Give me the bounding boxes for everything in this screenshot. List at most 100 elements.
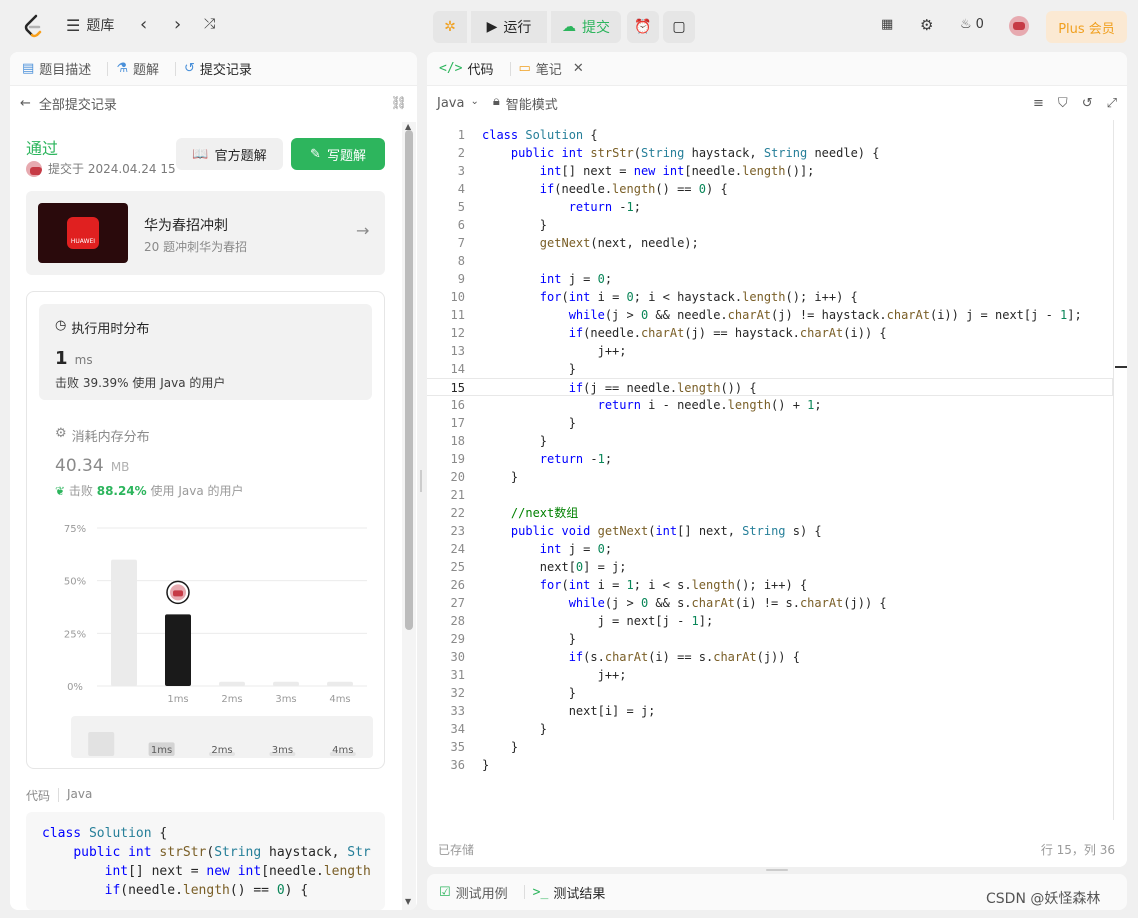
- code-line[interactable]: 30 if(s.charAt(i) == s.charAt(j)) {: [427, 648, 1113, 666]
- problem-library-button[interactable]: ☰ 题库: [66, 15, 114, 35]
- run-button[interactable]: ▶ 运行: [471, 11, 547, 43]
- code-line[interactable]: 22 //next数组: [427, 504, 1113, 522]
- official-solution-button[interactable]: 📖 官方题解: [176, 138, 283, 170]
- chart-overview-slider[interactable]: 1ms 2ms 3ms 4ms: [71, 716, 373, 758]
- code-line[interactable]: 1 class Solution {: [427, 126, 1113, 144]
- timer-button[interactable]: ⏰: [627, 11, 659, 43]
- code-line[interactable]: 31 j++;: [427, 666, 1113, 684]
- code-line[interactable]: 14 }: [427, 360, 1113, 378]
- bookmark-icon[interactable]: ⛉: [1058, 96, 1068, 111]
- editor-cursor-marker: [1115, 366, 1127, 368]
- bar[interactable]: [165, 614, 191, 686]
- code-line[interactable]: 15 if(j == needle.length()) {: [427, 378, 1113, 396]
- language-select[interactable]: Java ⌄: [437, 96, 479, 111]
- code-line[interactable]: 8: [427, 252, 1113, 270]
- prev-problem-button[interactable]: ‹: [140, 14, 147, 35]
- scroll-up-icon[interactable]: ▲: [405, 122, 411, 131]
- code-line[interactable]: 5 return -1;: [427, 198, 1113, 216]
- submit-button[interactable]: ☁ 提交: [551, 11, 621, 43]
- close-icon[interactable]: ✕: [573, 61, 584, 76]
- code-line[interactable]: 10 for(int i = 0; i < haystack.length();…: [427, 288, 1113, 306]
- code-text: }: [482, 740, 519, 754]
- code-line[interactable]: 18 }: [427, 432, 1113, 450]
- code-text: if(needle.charAt(j) == haystack.charAt(i…: [568, 326, 887, 340]
- runtime-stat[interactable]: ◷ 执行用时分布 1 ms 击败 39.39% 使用 Java 的用户: [39, 304, 372, 400]
- code-line[interactable]: 27 while(j > 0 && s.charAt(i) != s.charA…: [427, 594, 1113, 612]
- link-icon[interactable]: ⛓: [390, 96, 407, 111]
- bar[interactable]: [219, 681, 245, 686]
- code-line[interactable]: 21: [427, 486, 1113, 504]
- user-avatar-button[interactable]: [1009, 16, 1029, 36]
- bar[interactable]: [273, 681, 299, 686]
- code-line[interactable]: 16 return i - needle.length() + 1;: [427, 396, 1113, 414]
- memory-stat[interactable]: ⚙ 消耗内存分布 40.34 MB ❦ 击败 88.24% 使用 Java 的用户: [39, 412, 372, 502]
- settings-button[interactable]: ⚙: [920, 16, 933, 34]
- play-icon: ▶: [486, 19, 498, 35]
- resize-handle[interactable]: [766, 869, 788, 871]
- tab-code[interactable]: </> 代码: [439, 59, 494, 78]
- tab-notes[interactable]: ▭ 笔记 ✕: [519, 59, 584, 78]
- tab-submissions[interactable]: ↺ 提交记录: [184, 59, 252, 78]
- code-line[interactable]: 6 }: [427, 216, 1113, 234]
- bar[interactable]: [327, 681, 353, 686]
- debug-button[interactable]: ✲: [433, 11, 467, 43]
- code-line[interactable]: 36}: [427, 756, 1113, 774]
- code-line[interactable]: 29 }: [427, 630, 1113, 648]
- code-line[interactable]: 25 next[0] = j;: [427, 558, 1113, 576]
- line-number: 13: [450, 344, 465, 358]
- user-marker-mask: [173, 590, 183, 597]
- reset-icon[interactable]: ↺: [1082, 96, 1093, 111]
- submissions-back-bar[interactable]: ← 全部提交记录 ⛓: [10, 86, 417, 120]
- smart-mode-toggle[interactable]: 🔒︎ 智能模式: [493, 94, 558, 113]
- code-line[interactable]: 24 int j = 0;: [427, 540, 1113, 558]
- code-line[interactable]: 4 if(needle.length() == 0) {: [427, 180, 1113, 198]
- layout-button[interactable]: ▦: [881, 17, 893, 32]
- code-line[interactable]: 19 return -1;: [427, 450, 1113, 468]
- random-problem-button[interactable]: ⤮: [204, 16, 215, 32]
- tab-testcase[interactable]: ☑ 测试用例: [439, 883, 508, 902]
- line-number: 21: [450, 488, 465, 502]
- code-line[interactable]: 17 }: [427, 414, 1113, 432]
- promo-card[interactable]: HUAWEI 华为春招冲刺 20 题冲刺华为春招 →: [26, 191, 385, 275]
- next-problem-button[interactable]: ›: [174, 14, 181, 35]
- code-line[interactable]: 33 next[i] = j;: [427, 702, 1113, 720]
- code-line[interactable]: 28 j = next[j - 1];: [427, 612, 1113, 630]
- code-line[interactable]: 2 public int strStr(String haystack, Str…: [427, 144, 1113, 162]
- button-label: 官方题解: [214, 148, 267, 164]
- streak-button[interactable]: ♨ 0: [960, 17, 984, 32]
- line-number: 34: [450, 722, 465, 736]
- tab-solutions[interactable]: ⚗ 题解: [116, 59, 159, 78]
- fullscreen-icon[interactable]: ⤢: [1107, 96, 1117, 111]
- code-text: }: [482, 434, 548, 448]
- code-line[interactable]: 3 int[] next = new int[needle.length()];: [427, 162, 1113, 180]
- beat-percent: 39.39%: [82, 376, 129, 390]
- code-line[interactable]: 13 j++;: [427, 342, 1113, 360]
- promo-title: 华为春招冲刺: [144, 218, 228, 234]
- tab-description[interactable]: ▤ 题目描述: [22, 59, 91, 78]
- leetcode-logo-icon[interactable]: [22, 14, 44, 38]
- plus-member-button[interactable]: Plus 会员: [1046, 11, 1127, 43]
- code-line[interactable]: 11 while(j > 0 && needle.charAt(j) != ha…: [427, 306, 1113, 324]
- format-icon[interactable]: ≡: [1033, 96, 1044, 111]
- scroll-down-icon[interactable]: ▼: [405, 897, 411, 906]
- code-line[interactable]: 20 }: [427, 468, 1113, 486]
- code-line[interactable]: 34 }: [427, 720, 1113, 738]
- left-scrollbar-thumb[interactable]: [405, 130, 413, 630]
- tab-test-result[interactable]: >_ 测试结果: [533, 883, 606, 902]
- code-line[interactable]: 32 }: [427, 684, 1113, 702]
- code-line[interactable]: 23 public void getNext(int[] next, Strin…: [427, 522, 1113, 540]
- bar[interactable]: [111, 559, 137, 686]
- editor-scrollbar-track[interactable]: [1113, 120, 1114, 820]
- note-button[interactable]: ▢: [663, 11, 695, 43]
- vertical-resize-handle[interactable]: [420, 470, 422, 492]
- code-line[interactable]: 9 int j = 0;: [427, 270, 1113, 288]
- code-text: if(j == needle.length()) {: [568, 381, 757, 395]
- code-editor[interactable]: 1 class Solution {2 public int strStr(Str…: [427, 126, 1113, 786]
- submitted-at: 提交于 2024.04.24 15: [48, 162, 176, 176]
- run-submit-group: ✲ ▶ 运行 ☁ 提交 ⏰ ▢: [433, 11, 695, 43]
- write-solution-button[interactable]: ✎ 写题解: [291, 138, 385, 170]
- code-line[interactable]: 35 }: [427, 738, 1113, 756]
- code-line[interactable]: 12 if(needle.charAt(j) == haystack.charA…: [427, 324, 1113, 342]
- code-line[interactable]: 26 for(int i = 1; i < s.length(); i++) {: [427, 576, 1113, 594]
- code-line[interactable]: 7 getNext(next, needle);: [427, 234, 1113, 252]
